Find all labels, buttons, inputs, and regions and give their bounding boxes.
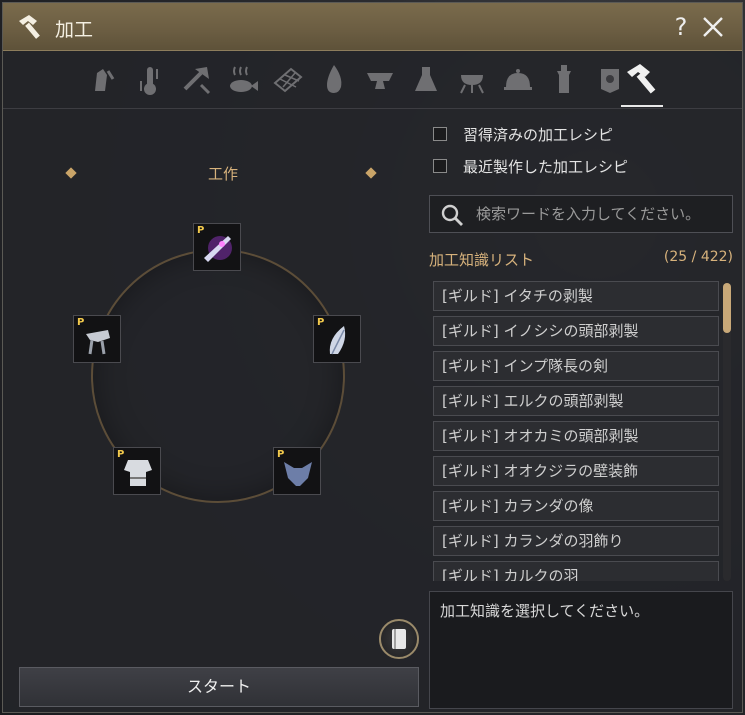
alchemy-temperature-category[interactable] <box>129 59 171 101</box>
flask-icon <box>415 67 437 91</box>
scrollbar-thumb[interactable] <box>723 283 731 333</box>
hunting-category[interactable] <box>267 59 309 101</box>
search-box <box>429 195 733 233</box>
craft-title: 工作 <box>207 165 238 183</box>
checkbox[interactable] <box>433 127 447 141</box>
search-icon <box>441 204 463 226</box>
close-icon[interactable] <box>698 12 728 42</box>
gathering-icon <box>95 69 115 91</box>
material-slot-right[interactable]: P <box>313 315 361 363</box>
product-badge: P <box>197 225 205 236</box>
gathering-category[interactable] <box>81 59 123 101</box>
knowledge-list-count: (25 / 422) <box>663 249 733 265</box>
woodcutting-category[interactable] <box>175 59 217 101</box>
hammer-icon <box>19 15 40 39</box>
smithing-category[interactable] <box>359 59 401 101</box>
product-badge: P <box>117 449 125 460</box>
knowledge-panel: 習得済みの加工レシピ 最近製作した加工レシピ 加工知識リスト (25 / 422… <box>427 111 737 711</box>
grill-category[interactable] <box>451 59 493 101</box>
cooking-category[interactable] <box>497 59 539 101</box>
diamond-ornament-left <box>65 167 77 179</box>
title-bar[interactable]: 加工 ? <box>3 3 742 51</box>
list-item[interactable]: [ギルド] カルクの羽 <box>433 561 719 581</box>
product-badge: P <box>317 317 325 328</box>
diamond-ornament-right <box>365 167 377 179</box>
list-item[interactable]: [ギルド] カランダの羽飾り <box>433 526 719 556</box>
cloche-icon <box>504 69 532 90</box>
checkbox[interactable] <box>433 159 447 173</box>
help-button[interactable]: ? <box>668 12 694 42</box>
flame-icon <box>327 65 342 93</box>
material-slot-bottom-right[interactable]: P <box>273 447 321 495</box>
list-item[interactable]: [ギルド] オオクジラの壁装飾 <box>433 456 719 486</box>
list-item[interactable]: [ギルド] カランダの像 <box>433 491 719 521</box>
category-toolbar <box>3 55 742 109</box>
axe-icon <box>183 67 211 95</box>
list-item[interactable]: [ギルド] オオカミの頭部剥製 <box>433 421 719 451</box>
list-scrollbar[interactable] <box>723 283 731 581</box>
heating-category[interactable] <box>313 59 355 101</box>
description-box: 加工知識を選択してください。 <box>429 591 733 709</box>
fish-icon <box>230 66 258 92</box>
window-title: 加工 <box>55 19 94 41</box>
list-item[interactable]: [ギルド] イタチの剥製 <box>433 281 719 311</box>
processing-window: 加工 ? 工作 P P P P P スタート 習得済みの加工レシピ 最近製作した… <box>2 2 743 713</box>
hammer-icon <box>627 64 656 94</box>
net-icon <box>273 67 303 93</box>
alchemy-category[interactable] <box>405 59 447 101</box>
product-badge: P <box>77 317 85 328</box>
book-icon <box>392 629 406 649</box>
knowledge-list: [ギルド] イタチの剥製 [ギルド] イノシシの頭部剥製 [ギルド] インプ隊長… <box>433 281 719 581</box>
tower-icon <box>557 65 571 93</box>
tower-category[interactable] <box>543 59 585 101</box>
thermometer-icon <box>140 67 158 95</box>
list-item[interactable]: [ギルド] インプ隊長の剣 <box>433 351 719 381</box>
material-slot-top[interactable]: P <box>193 223 241 271</box>
recipe-book-button[interactable] <box>379 619 419 659</box>
fishing-category[interactable] <box>221 59 263 101</box>
list-item[interactable]: [ギルド] エルクの頭部剥製 <box>433 386 719 416</box>
list-item[interactable]: [ギルド] イノシシの頭部剥製 <box>433 316 719 346</box>
knowledge-list-title: 加工知識リスト <box>429 251 535 269</box>
start-button[interactable]: スタート <box>19 667 419 707</box>
recent-recipes-label: 最近製作した加工レシピ <box>463 157 629 176</box>
anvil-icon <box>367 73 393 89</box>
learned-recipes-filter[interactable]: 習得済みの加工レシピ <box>433 123 613 145</box>
crafting-area: 工作 P P P P P スタート <box>3 111 423 711</box>
material-slot-bottom-left[interactable]: P <box>113 447 161 495</box>
material-slot-left[interactable]: P <box>73 315 121 363</box>
processing-category[interactable] <box>621 59 663 107</box>
learned-recipes-label: 習得済みの加工レシピ <box>463 125 614 144</box>
search-input[interactable] <box>476 200 726 228</box>
product-badge: P <box>277 449 285 460</box>
recent-recipes-filter[interactable]: 最近製作した加工レシピ <box>433 155 628 177</box>
grill-icon <box>460 75 484 94</box>
